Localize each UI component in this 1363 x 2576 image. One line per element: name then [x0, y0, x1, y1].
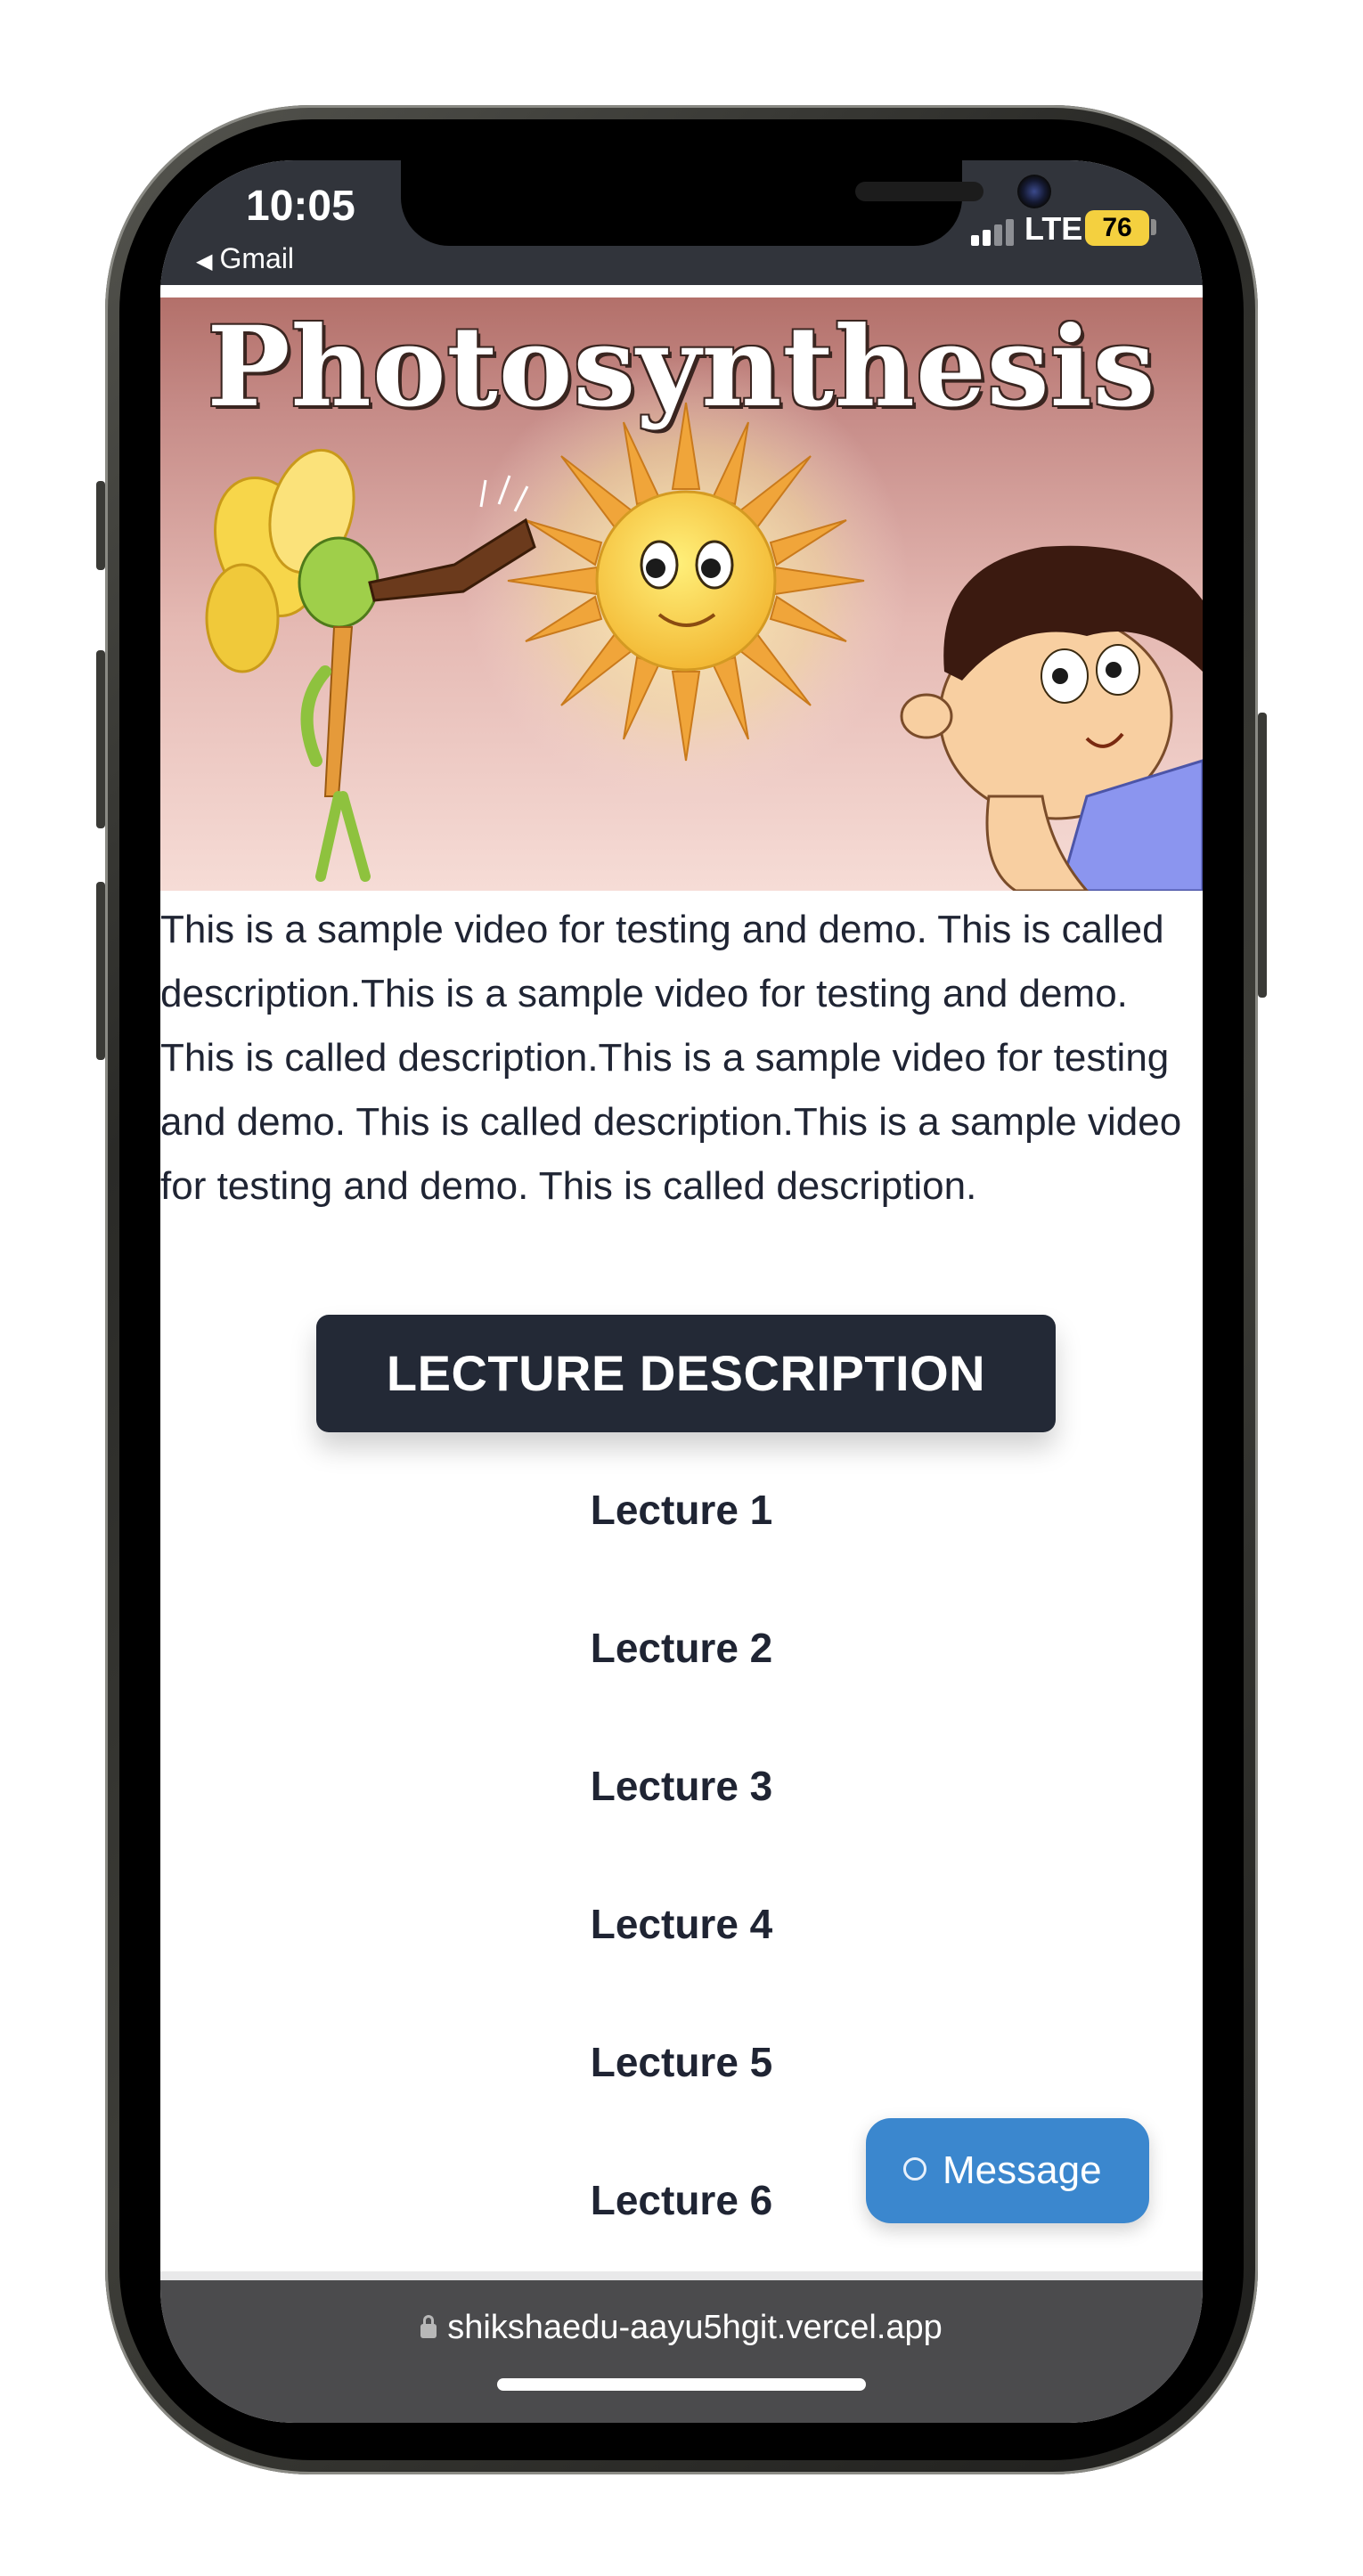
url-display[interactable]: shikshaedu-aayu5hgit.vercel.app: [160, 2309, 1203, 2347]
battery-icon: 76: [1085, 210, 1149, 246]
status-time: 10:05: [246, 183, 355, 230]
device-screenshot: 10:05 ◀ Gmail LTE 76 Photosynthesis This…: [0, 0, 1363, 2576]
phone-screen: 10:05 ◀ Gmail LTE 76 Photosynthesis This…: [160, 160, 1203, 2423]
message-button[interactable]: Message: [866, 2118, 1149, 2223]
cellular-signal-icon: [971, 217, 1016, 246]
battery-nub: [1151, 219, 1156, 235]
lecture-item[interactable]: Lecture 2: [160, 1612, 1203, 1683]
mute-switch: [96, 481, 105, 570]
lecture-description-button[interactable]: LECTURE DESCRIPTION: [316, 1315, 1056, 1432]
back-triangle-icon: ◀: [196, 249, 213, 273]
video-title: Photosynthesis: [207, 303, 1156, 432]
back-app-label: Gmail: [219, 242, 295, 274]
status-bar: 10:05 ◀ Gmail LTE 76: [160, 160, 1203, 285]
video-thumbnail[interactable]: Photosynthesis: [160, 298, 1203, 891]
bottom-bar-edge: [160, 2271, 1203, 2280]
speaker-grille: [855, 182, 983, 201]
power-button: [1258, 713, 1267, 998]
video-description: This is a sample video for testing and d…: [160, 908, 1182, 1208]
browser-address-bar[interactable]: shikshaedu-aayu5hgit.vercel.app: [160, 2280, 1203, 2423]
home-indicator[interactable]: [497, 2378, 866, 2391]
lecture-item[interactable]: Lecture 5: [160, 2026, 1203, 2098]
volume-down-button: [96, 882, 105, 1060]
volume-up-button: [96, 650, 105, 828]
front-camera: [1017, 175, 1051, 208]
lecture-item[interactable]: Lecture 4: [160, 1888, 1203, 1960]
lecture-item[interactable]: Lecture 1: [160, 1474, 1203, 1545]
message-status-icon: [903, 2157, 926, 2181]
lecture-item[interactable]: Lecture 3: [160, 1750, 1203, 1822]
lock-icon: [420, 2315, 437, 2338]
message-button-label: Message: [943, 2148, 1102, 2192]
notch: [401, 160, 1051, 246]
status-divider: [160, 285, 1203, 298]
back-to-app-link[interactable]: ◀ Gmail: [196, 242, 294, 275]
network-type: LTE: [1024, 210, 1083, 247]
url-text: shikshaedu-aayu5hgit.vercel.app: [447, 2309, 943, 2346]
